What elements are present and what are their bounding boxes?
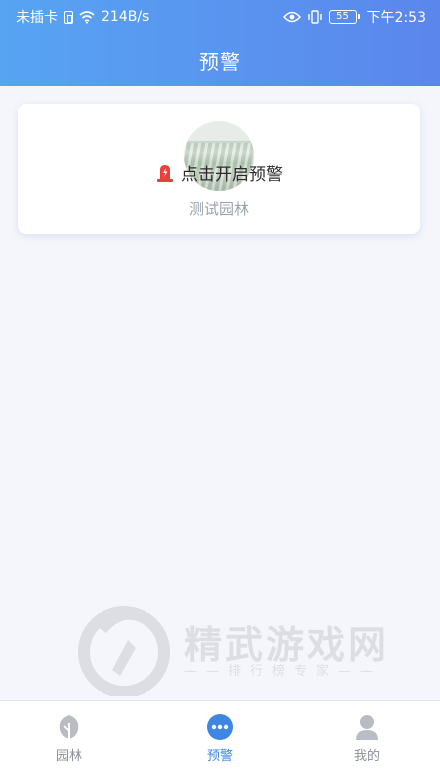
nav-item-alert[interactable]: 预警	[175, 713, 265, 764]
app-header: 未插卡 214B/s 55 下午2:53 预警	[0, 0, 440, 86]
nav-label-mine: 我的	[353, 749, 380, 764]
watermark: 精武游戏网 ——排行榜专家——	[72, 600, 422, 696]
carrier-text: 未插卡	[16, 10, 58, 26]
nav-label-alert: 预警	[206, 749, 233, 764]
battery-icon: 55	[328, 10, 360, 24]
leaf-icon	[59, 715, 79, 739]
watermark-subtitle: ——排行榜专家——	[184, 664, 383, 679]
person-icon	[356, 715, 378, 740]
enable-alert-label: 点击开启预警	[181, 165, 283, 185]
status-bar-left: 未插卡 214B/s	[16, 7, 149, 27]
nav-label-garden: 园林	[55, 749, 82, 764]
clock-text: 下午2:53	[366, 10, 426, 26]
garden-card[interactable]: 点击开启预警 测试园林	[18, 104, 420, 234]
garden-name: 测试园林	[188, 200, 249, 218]
vibrate-icon	[307, 10, 322, 24]
enable-alert-button[interactable]: 点击开启预警	[18, 160, 420, 185]
sim-card-icon	[64, 10, 73, 24]
alarm-siren-icon	[157, 164, 173, 182]
watermark-logo-icon	[78, 606, 170, 696]
network-speed: 214B/s	[101, 9, 150, 25]
eye-comfort-icon	[282, 11, 301, 23]
bottom-nav: 园林 预警 我的	[0, 700, 440, 782]
nav-item-garden[interactable]: 园林	[24, 713, 114, 764]
nav-item-mine[interactable]: 我的	[322, 713, 412, 764]
status-bar: 未插卡 214B/s 55 下午2:53	[0, 0, 440, 30]
status-bar-right: 55 下午2:53	[282, 7, 426, 27]
more-dots-icon	[207, 714, 233, 740]
page-title: 预警	[199, 50, 241, 74]
wifi-icon	[79, 11, 95, 24]
